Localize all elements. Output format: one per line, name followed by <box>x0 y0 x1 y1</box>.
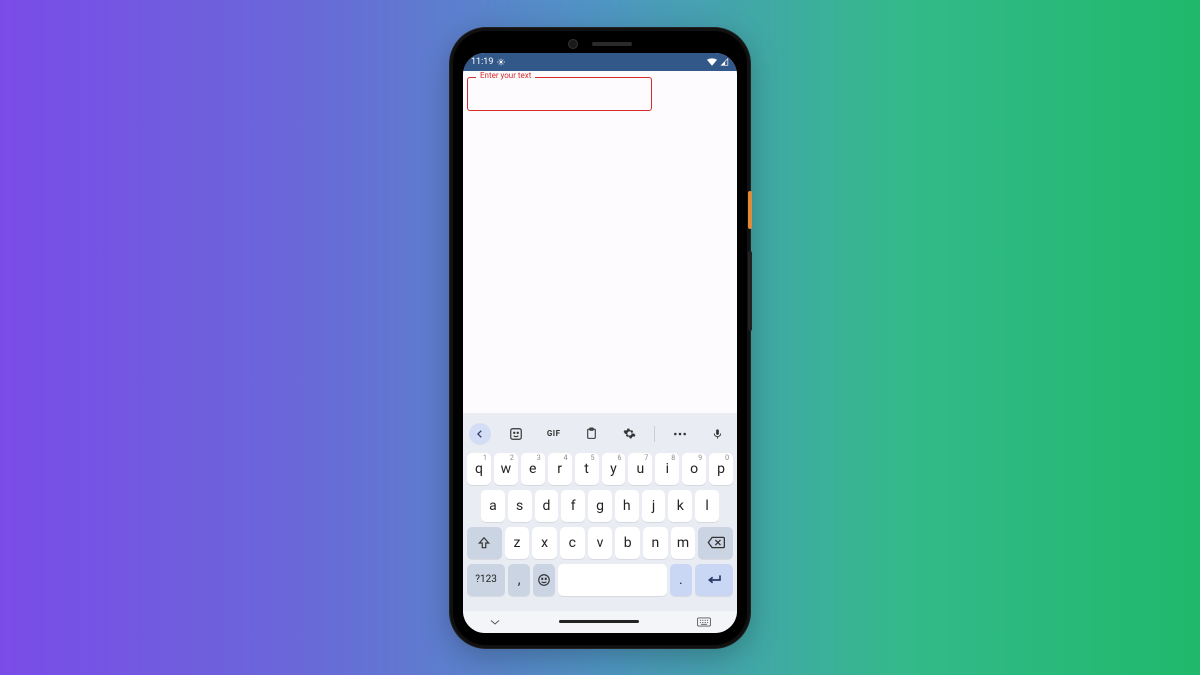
front-camera <box>568 39 578 49</box>
key-m[interactable]: m <box>671 527 696 559</box>
soft-keyboard: GIF q1w2e3r4t5y6u7i8o9p0 asdfghjkl <box>463 413 737 611</box>
key-a[interactable]: a <box>481 490 505 522</box>
system-nav-bar <box>463 611 737 633</box>
phone-screen: 11:19 Enter your text <box>463 53 737 633</box>
sticker-icon[interactable] <box>503 423 529 445</box>
key-u[interactable]: u7 <box>628 453 652 485</box>
keyboard-row-4: ?123 , . <box>467 564 733 596</box>
toolbar-separator <box>654 426 655 442</box>
period-key[interactable]: . <box>670 564 692 596</box>
key-h[interactable]: h <box>615 490 639 522</box>
keyboard-row-2: asdfghjkl <box>467 490 733 522</box>
mic-icon[interactable] <box>705 423 731 445</box>
keyboard-toolbar: GIF <box>467 419 733 453</box>
settings-icon[interactable] <box>616 423 642 445</box>
key-r[interactable]: r4 <box>548 453 572 485</box>
app-content: Enter your text <box>463 71 737 413</box>
text-input-field[interactable]: Enter your text <box>467 77 652 111</box>
key-s[interactable]: s <box>508 490 532 522</box>
power-button[interactable] <box>748 191 752 229</box>
key-i[interactable]: i8 <box>655 453 679 485</box>
emoji-key[interactable] <box>533 564 555 596</box>
nav-home-pill[interactable] <box>559 620 639 623</box>
key-y[interactable]: y6 <box>602 453 626 485</box>
space-key[interactable] <box>558 564 667 596</box>
key-k[interactable]: k <box>668 490 692 522</box>
phone-frame: 11:19 Enter your text <box>450 28 750 648</box>
key-e[interactable]: e3 <box>521 453 545 485</box>
keyboard-row-3: zxcvbnm <box>467 527 733 559</box>
key-p[interactable]: p0 <box>709 453 733 485</box>
keyboard-row-1: q1w2e3r4t5y6u7i8o9p0 <box>467 453 733 485</box>
backspace-key[interactable] <box>698 527 733 559</box>
key-x[interactable]: x <box>532 527 557 559</box>
key-l[interactable]: l <box>695 490 719 522</box>
keyboard-back-button[interactable] <box>469 423 491 445</box>
status-time: 11:19 <box>471 57 493 67</box>
enter-key[interactable] <box>695 564 733 596</box>
gif-button[interactable]: GIF <box>541 423 567 445</box>
key-f[interactable]: f <box>561 490 585 522</box>
key-b[interactable]: b <box>615 527 640 559</box>
text-input-label: Enter your text <box>476 71 535 80</box>
key-t[interactable]: t5 <box>575 453 599 485</box>
earpiece-speaker <box>592 42 632 46</box>
key-w[interactable]: w2 <box>494 453 518 485</box>
more-icon[interactable] <box>667 423 693 445</box>
clipboard-icon[interactable] <box>579 423 605 445</box>
key-n[interactable]: n <box>643 527 668 559</box>
key-z[interactable]: z <box>505 527 530 559</box>
key-g[interactable]: g <box>588 490 612 522</box>
volume-button[interactable] <box>748 251 752 331</box>
status-bar: 11:19 <box>463 53 737 71</box>
signal-icon <box>720 58 729 66</box>
phone-notch <box>568 39 632 49</box>
key-j[interactable]: j <box>642 490 666 522</box>
nav-collapse-icon[interactable] <box>489 618 501 626</box>
symbols-key[interactable]: ?123 <box>467 564 505 596</box>
key-d[interactable]: d <box>535 490 559 522</box>
debug-icon <box>497 58 505 66</box>
comma-key[interactable]: , <box>508 564 530 596</box>
key-q[interactable]: q1 <box>467 453 491 485</box>
key-c[interactable]: c <box>560 527 585 559</box>
wifi-icon <box>707 58 717 66</box>
nav-keyboard-switch-icon[interactable] <box>697 617 711 627</box>
shift-key[interactable] <box>467 527 502 559</box>
key-v[interactable]: v <box>588 527 613 559</box>
key-o[interactable]: o9 <box>682 453 706 485</box>
